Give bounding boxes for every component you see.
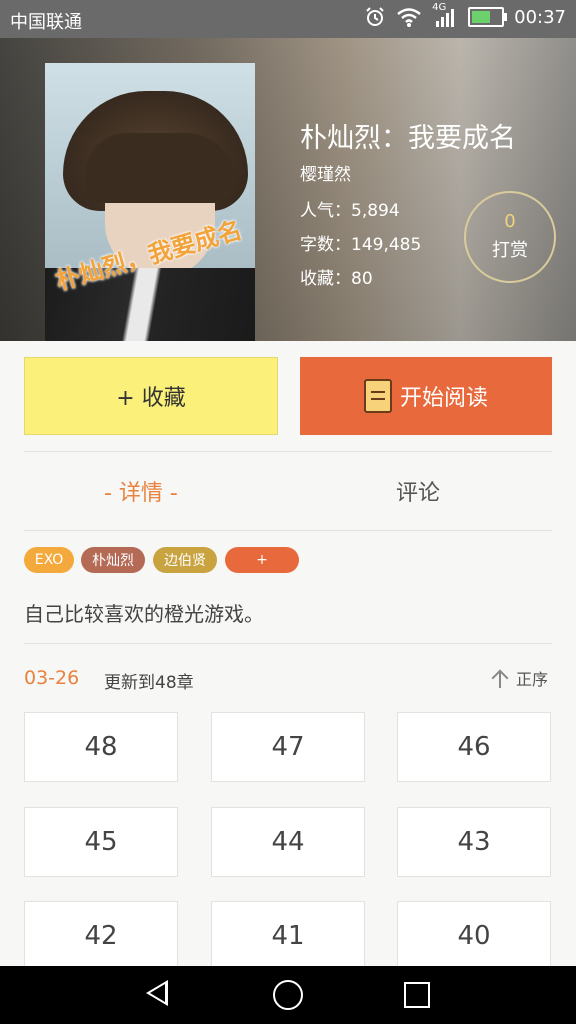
start-reading-label: 开始阅读 — [399, 386, 488, 411]
update-date: 03-26 — [24, 667, 80, 689]
chapter-button[interactable]: 46 — [397, 712, 551, 782]
chapter-button[interactable]: 40 — [397, 901, 551, 971]
book-author[interactable]: 樱瑾然 — [300, 160, 351, 185]
book-cover-image[interactable]: 朴灿烈，我要成名 — [45, 63, 255, 341]
back-icon[interactable] — [146, 980, 168, 1006]
recent-apps-icon[interactable] — [404, 982, 430, 1008]
sort-order-button[interactable]: 正序 — [490, 666, 548, 690]
signal-icon: 4G — [432, 2, 458, 28]
divider — [24, 530, 552, 531]
battery-icon — [468, 7, 508, 27]
book-header: 朴灿烈，我要成名 朴灿烈：我要成名 樱瑾然 人气：5,894 字数：149,48… — [0, 38, 576, 341]
sort-label: 正序 — [516, 670, 549, 689]
chapter-button[interactable]: 41 — [211, 901, 365, 971]
chapter-button[interactable]: 45 — [24, 807, 178, 877]
collect-label: + 收藏 — [116, 386, 186, 411]
chapter-button[interactable]: 48 — [24, 712, 178, 782]
alarm-icon — [366, 7, 384, 26]
carrier-label: 中国联通 — [10, 12, 82, 33]
divider — [24, 451, 552, 452]
reward-button[interactable]: 0 打赏 — [464, 191, 556, 283]
favorites-stat: 收藏：80 — [300, 269, 373, 289]
collect-button[interactable]: + 收藏 — [24, 357, 278, 435]
chapter-button[interactable]: 44 — [211, 807, 365, 877]
clock: 00:37 — [514, 6, 566, 28]
start-reading-button[interactable]: 开始阅读 — [300, 357, 552, 435]
arrow-up-icon — [490, 668, 510, 688]
book-icon — [363, 379, 392, 413]
divider — [24, 643, 552, 644]
reward-count: 0 — [504, 211, 516, 232]
home-icon[interactable] — [273, 980, 303, 1010]
system-nav-bar — [0, 966, 576, 1024]
book-description: 自己比较喜欢的橙光游戏。 — [24, 602, 264, 626]
tab-details[interactable]: - 详情 - — [104, 475, 178, 507]
tag-exo[interactable]: EXO — [24, 547, 74, 573]
chapter-button[interactable]: 43 — [397, 807, 551, 877]
status-bar: 中国联通 4G 00:37 — [0, 0, 576, 38]
popularity-stat: 人气：5,894 — [300, 201, 400, 221]
tag-chanyeol[interactable]: 朴灿烈 — [81, 547, 145, 573]
tab-comments[interactable]: 评论 — [396, 475, 440, 507]
book-title: 朴灿烈：我要成名 — [300, 123, 516, 154]
word-count-stat: 字数：149,485 — [300, 235, 422, 255]
chapter-button[interactable]: 42 — [24, 901, 178, 971]
wifi-icon — [397, 8, 421, 27]
reward-label: 打赏 — [492, 240, 528, 261]
chapter-button[interactable]: 47 — [211, 712, 365, 782]
tag-baekhyun[interactable]: 边伯贤 — [153, 547, 217, 573]
update-text: 更新到48章 — [104, 673, 194, 693]
add-tag-button[interactable]: + — [225, 547, 299, 573]
